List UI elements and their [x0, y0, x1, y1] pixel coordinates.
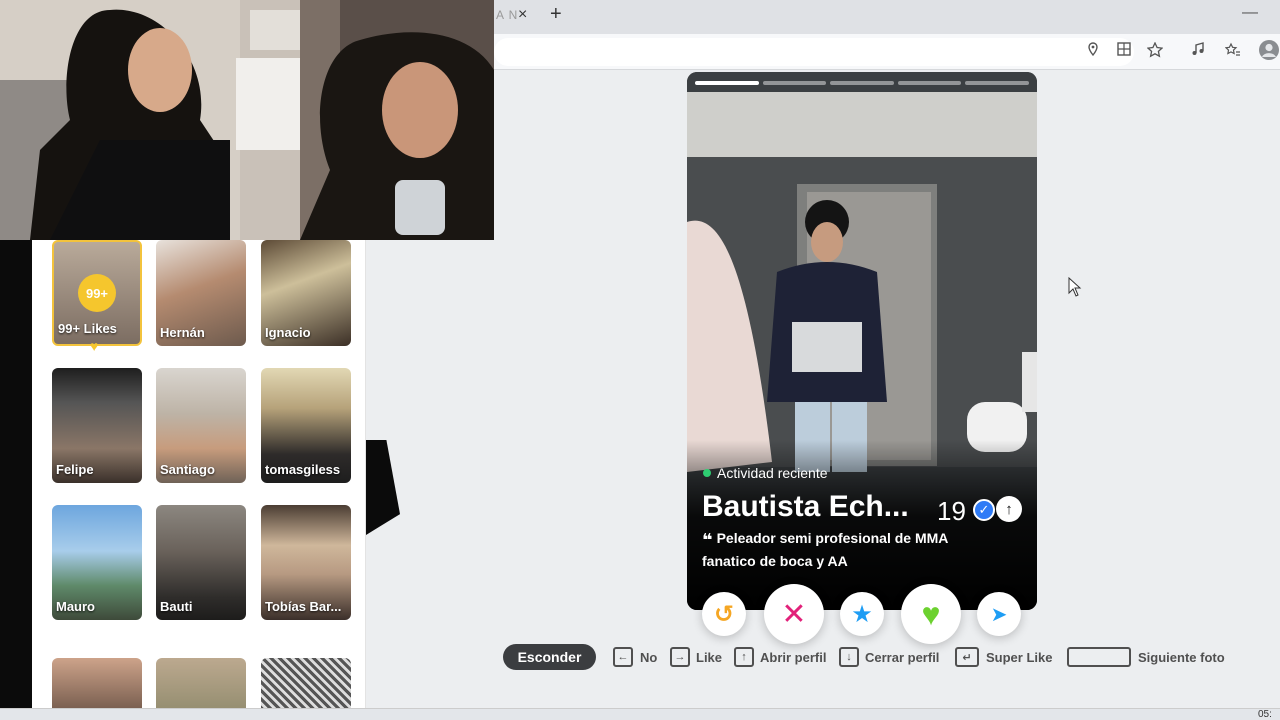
activity-text: Actividad reciente	[717, 465, 828, 481]
shortcut-open-label: Abrir perfil	[760, 650, 827, 665]
new-tab-button[interactable]: +	[550, 3, 562, 26]
profile-tile[interactable]: tomasgiless	[261, 368, 351, 483]
url-field[interactable]	[494, 38, 1134, 66]
hide-shortcuts-button[interactable]: Esconder	[503, 644, 596, 670]
taskbar-clock: 05:	[1258, 709, 1272, 720]
photo-indicator	[897, 81, 962, 85]
mouse-cursor-icon	[1068, 277, 1082, 297]
like-button[interactable]: ♥	[901, 584, 961, 644]
photo-progress	[695, 81, 1029, 85]
super-like-button[interactable]: ★	[840, 592, 884, 636]
profile-tile[interactable]: Bauti	[156, 505, 246, 620]
left-arrow-key-icon: ←	[613, 647, 633, 667]
likes-label: 99+ Likes	[58, 321, 117, 336]
webcam-overlay	[0, 0, 494, 240]
taskbar: 05:	[0, 708, 1280, 720]
profile-name: Santiago	[160, 462, 215, 477]
shortcut-like-label: Like	[696, 650, 723, 665]
bio-line-1: Peleador semi profesional de MMA	[716, 530, 949, 546]
overlay-shape	[366, 440, 400, 535]
quote-icon: ❝	[702, 530, 713, 550]
close-tab-button[interactable]: ×	[518, 6, 527, 24]
activity-status: Actividad reciente	[703, 465, 828, 481]
rewind-button[interactable]: ↺	[702, 592, 746, 636]
photo-indicator	[965, 81, 1029, 85]
enter-key-icon: ↵	[955, 647, 979, 667]
favorites-icon[interactable]	[1224, 42, 1241, 61]
down-arrow-key-icon: ↓	[839, 647, 859, 667]
profile-name: Bautista Ech...	[702, 490, 909, 523]
webcam-feed	[0, 0, 494, 240]
profile-age: 19	[937, 496, 966, 526]
tab-title[interactable]: A N	[496, 8, 518, 22]
keyboard-shortcuts: Esconder ← No → Like ↑ Abrir perfil ↓ Ce…	[0, 640, 1280, 674]
space-key-icon	[1067, 647, 1131, 667]
shortcut-no-label: No	[640, 650, 658, 665]
profile-card[interactable]: Actividad reciente Bautista Ech... 19 ✓ …	[687, 72, 1037, 610]
up-arrow-key-icon: ↑	[734, 647, 754, 667]
location-icon[interactable]	[1087, 42, 1099, 59]
online-dot	[703, 469, 711, 477]
profile-name: Ignacio	[265, 325, 311, 340]
shortcut-super-label: Super Like	[986, 650, 1053, 665]
profile-name: Tobías Bar...	[265, 599, 342, 614]
profile-name: Felipe	[56, 462, 94, 477]
profile-tile[interactable]: Hernán	[156, 240, 246, 346]
profile-icon[interactable]	[1258, 39, 1280, 64]
photo-indicator	[762, 81, 827, 85]
likes-count-badge: 99+	[78, 274, 116, 312]
star-icon[interactable]	[1146, 41, 1164, 61]
verified-badge-icon: ✓	[973, 499, 995, 521]
profile-tile[interactable]: Santiago	[156, 368, 246, 483]
shortcut-next-label: Siguiente foto	[1138, 650, 1225, 665]
nope-button[interactable]: ✕	[764, 584, 824, 644]
profile-tile[interactable]: Mauro	[52, 505, 142, 620]
screen: { "browser": { "tab_fragment": "A N", "c…	[0, 0, 1280, 720]
bio-line-2: fanatico de boca y AA	[702, 553, 848, 569]
profile-name: tomasgiless	[265, 462, 341, 477]
profile-tile[interactable]: Felipe	[52, 368, 142, 483]
profile-name: Hernán	[160, 325, 205, 340]
shortcut-close-label: Cerrar perfil	[865, 650, 940, 665]
minimize-button[interactable]: —	[1242, 4, 1258, 22]
photo-indicator	[695, 81, 759, 85]
profile-bio: ❝ Peleador semi profesional de MMA fanati…	[702, 528, 1022, 572]
profile-tile[interactable]: Ignacio	[261, 240, 351, 346]
profile-name: Mauro	[56, 599, 95, 614]
grid-icon[interactable]	[1117, 42, 1131, 59]
right-arrow-key-icon: →	[670, 647, 690, 667]
music-icon[interactable]	[1191, 42, 1205, 59]
likes-tile[interactable]: 99+ 99+ Likes	[52, 240, 142, 346]
boost-button[interactable]: ➤	[977, 592, 1021, 636]
open-profile-button[interactable]: ↑	[996, 496, 1022, 522]
profile-name: Bauti	[160, 599, 193, 614]
profile-tile[interactable]: Tobías Bar...	[261, 505, 351, 620]
photo-indicator	[830, 81, 894, 85]
